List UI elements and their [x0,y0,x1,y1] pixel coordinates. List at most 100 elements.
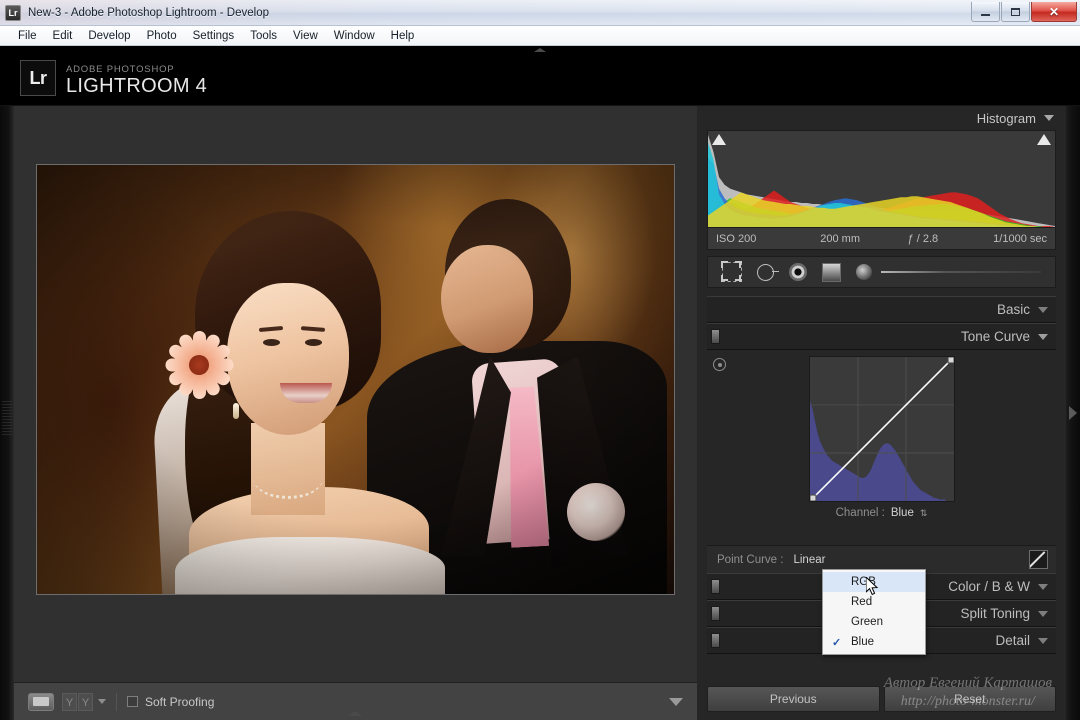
left-panel-handle-icon [2,400,12,437]
menu-item-settings[interactable]: Settings [185,27,243,45]
panel-title-tone-curve: Tone Curve [960,329,1030,344]
adjustment-brush-tool-icon[interactable] [856,264,872,280]
chevron-down-icon [1038,306,1048,313]
channel-stepper-icon[interactable]: ⇅ [920,508,928,518]
before-after-button[interactable]: Y Y [62,692,93,711]
minimize-icon [981,13,990,16]
filmstrip-collapse-toggle[interactable] [325,708,385,718]
tone-curve-channel-row: Channel : Blue ⇅ [707,507,1056,519]
photo-preview[interactable] [36,163,675,595]
reset-button[interactable]: Reset [883,686,1056,712]
window-controls: ✕ [970,2,1077,23]
panel-title-basic: Basic [996,302,1030,317]
point-curve-value[interactable]: Linear [793,554,825,566]
before-after-label-right: Y [78,692,93,711]
tone-curve-graph[interactable] [808,356,955,502]
histogram-header[interactable]: Histogram [697,106,1066,130]
chevron-up-icon [534,48,546,52]
menubar: File Edit Develop Photo Settings Tools V… [0,26,1080,46]
menu-item-edit[interactable]: Edit [45,27,81,45]
toolbar-divider [116,692,117,711]
window-title: New-3 - Adobe Photoshop Lightroom - Deve… [28,6,270,19]
panel-header-basic[interactable]: Basic [707,296,1056,323]
loupe-view-button[interactable] [28,692,54,711]
chevron-down-icon [1038,637,1048,644]
red-eye-tool-icon[interactable] [789,263,807,281]
previous-button[interactable]: Previous [707,686,880,712]
tone-curve-svg [809,357,954,501]
dropdown-option-red[interactable]: Red [823,592,925,612]
dropdown-option-green[interactable]: Green [823,612,925,632]
spot-removal-tool-icon[interactable] [757,263,779,281]
left-panel-collapse-toggle[interactable] [0,106,14,720]
window-titlebar: Lr New-3 - Adobe Photoshop Lightroom - D… [0,0,1080,26]
panel-title-color-bw: Color / B & W [948,579,1030,594]
chevron-down-icon [1038,583,1048,590]
graduated-filter-tool-icon[interactable] [822,262,841,282]
chevron-up-icon [1038,333,1048,340]
develop-tool-strip [707,256,1056,288]
highlight-clipping-indicator[interactable] [1037,134,1051,146]
menu-item-view[interactable]: View [285,27,326,45]
minimize-button[interactable] [971,2,1000,22]
point-curve-label: Point Curve : [717,553,784,566]
dropdown-option-label: RGB [851,576,876,588]
channel-value[interactable]: Blue [891,507,914,519]
tone-curve-enable-switch[interactable] [711,329,720,344]
lightroom-badge-icon: Lr [20,60,56,96]
menu-item-develop[interactable]: Develop [80,27,138,45]
menu-item-file[interactable]: File [10,27,45,45]
histogram-metadata: ISO 200 200 mm ƒ / 2.8 1/1000 sec [707,228,1056,250]
lightroom-window: Lr New-3 - Adobe Photoshop Lightroom - D… [0,0,1080,720]
histogram-title: Histogram [976,110,1036,126]
meta-iso: ISO 200 [716,232,757,245]
dropdown-option-rgb[interactable]: RGB [823,572,925,592]
loupe-view-icon [33,697,49,706]
chevron-down-icon[interactable] [98,699,106,704]
meta-focal: 200 mm [820,232,860,245]
channel-label: Channel : [835,507,885,519]
point-curve-editor-icon[interactable] [1029,550,1048,569]
menu-item-tools[interactable]: Tools [242,27,285,45]
channel-dropdown-menu[interactable]: RGB Red Green ✓ Blue [822,569,926,655]
menu-item-photo[interactable]: Photo [139,27,185,45]
split-toning-enable-switch[interactable] [711,606,720,621]
top-panel-collapse-toggle[interactable] [510,46,570,54]
detail-enable-switch[interactable] [711,633,720,648]
chevron-up-icon [348,710,362,716]
toolbar-collapse-chevron-icon[interactable] [669,697,683,706]
photo-stage[interactable] [14,106,697,706]
menu-item-window[interactable]: Window [326,27,383,45]
right-edge-collapse-toggle[interactable] [1066,106,1080,720]
menu-item-help[interactable]: Help [383,27,423,45]
before-after-label-left: Y [62,692,77,711]
dropdown-option-blue[interactable]: ✓ Blue [823,632,925,652]
close-button[interactable]: ✕ [1031,2,1077,22]
panel-title-detail: Detail [995,633,1030,648]
maximize-button[interactable] [1001,2,1030,22]
panel-footer-buttons: Previous Reset [707,686,1056,712]
soft-proofing-checkbox[interactable] [127,696,138,707]
maximize-icon [1011,7,1020,16]
crop-overlay-tool-icon[interactable] [721,261,742,282]
photo-vignette [37,164,674,594]
histogram-chart[interactable] [707,130,1056,228]
identity-plate[interactable]: Lr ADOBE PHOTOSHOP LIGHTROOM 4 [20,60,207,96]
targeted-adjustment-tool-icon[interactable] [713,358,726,371]
meta-shutter: 1/1000 sec [993,232,1047,245]
module-bar: Lr ADOBE PHOTOSHOP LIGHTROOM 4 [0,46,1080,106]
dropdown-option-label: Blue [851,636,875,648]
lightroom-app: Lr ADOBE PHOTOSHOP LIGHTROOM 4 Library D… [0,46,1080,720]
dropdown-check-icon: ✓ [832,636,842,649]
content-area: Y Y Soft Proofing [14,106,697,720]
chevron-down-icon [1044,115,1054,121]
chevron-down-icon [1038,610,1048,617]
identity-title: LIGHTROOM 4 [66,75,208,97]
panel-header-tone-curve[interactable]: Tone Curve [707,323,1056,350]
panel-title-split-toning: Split Toning [960,606,1030,621]
close-icon: ✕ [1048,4,1060,19]
shadow-clipping-indicator[interactable] [712,134,726,146]
soft-proofing-label[interactable]: Soft Proofing [145,695,214,709]
color-bw-enable-switch[interactable] [711,579,720,594]
dropdown-option-label: Green [851,616,883,628]
